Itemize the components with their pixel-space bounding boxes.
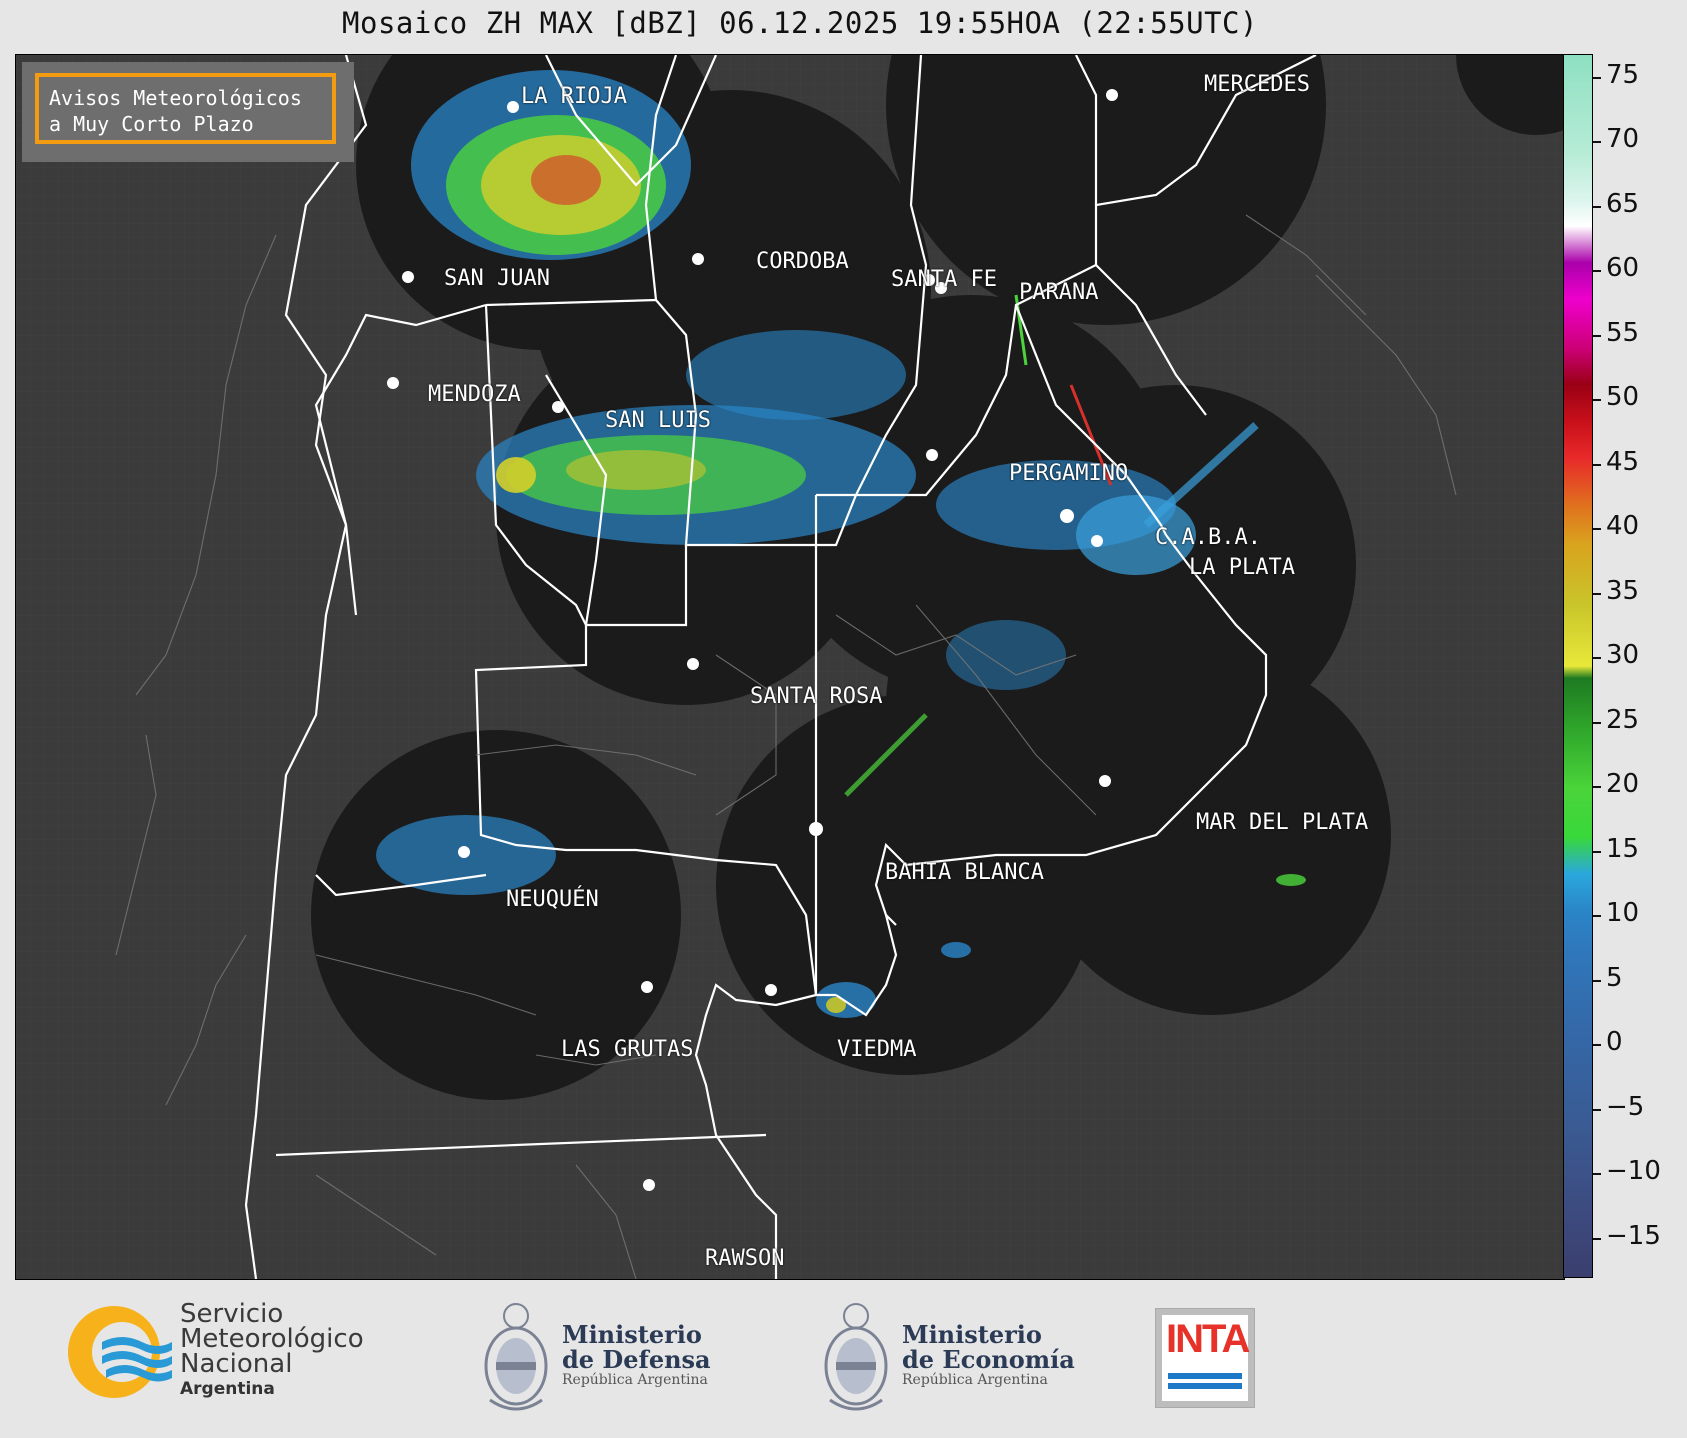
smn-emblem-icon [68,1306,172,1398]
defensa-name: Ministerio de Defensa República Argentin… [562,1322,711,1388]
defensa-logo: Ministerio de Defensa República Argentin… [480,1300,740,1420]
city-label-mar-del-plata: MAR DEL PLATA [1196,810,1369,835]
tick-label: 10 [1606,898,1640,928]
tick-mark [1593,270,1601,272]
tick-label: 75 [1606,60,1640,90]
inta-stripe [1168,1383,1242,1389]
tick-mark [1593,206,1601,208]
footer: Servicio Meteorológico Nacional Argentin… [0,1280,1687,1438]
tick-mark [1593,141,1601,143]
tick-label: 20 [1606,769,1640,799]
tick-mark [1593,593,1601,595]
defensa-line-1: Ministerio [562,1320,702,1349]
tick-label: 45 [1606,447,1640,477]
city-label-cordoba: CORDOBA [756,249,849,274]
tick-label: −10 [1606,1156,1661,1186]
city-label-parana: PARANA [1019,280,1099,305]
city-label-mercedes: MERCEDES [1204,72,1310,97]
tick-mark [1593,464,1601,466]
tick-mark [1593,657,1601,659]
tick-label: 40 [1606,511,1640,541]
notice-box[interactable]: Avisos Meteorológicos a Muy Corto Plazo [35,73,336,144]
tick-label: −5 [1606,1092,1645,1122]
map-title: Mosaico ZH MAX [dBZ] 06.12.2025 19:55HOA… [342,6,1258,40]
economia-line-1: Ministerio [902,1320,1042,1349]
economia-logo: Ministerio de Economía República Argenti… [820,1300,1090,1420]
tick-mark [1593,399,1601,401]
city-label-san-juan: SAN JUAN [444,266,550,291]
city-label-pergamino: PERGAMINO [1009,461,1129,486]
economia-line-2: de Economía [902,1345,1075,1374]
tick-label: 0 [1606,1027,1623,1057]
inta-logo-panel: INTA [1162,1315,1250,1401]
tick-mark [1593,1044,1601,1046]
city-label-santa-fe: SANTA FE [891,267,997,292]
tick-mark [1593,915,1601,917]
tick-mark [1593,1109,1601,1111]
city-label-san-luis: SAN LUIS [605,408,711,433]
argentina-coat-of-arms-icon [484,1303,548,1411]
smn-line-3: Nacional [180,1349,293,1379]
tick-mark [1593,528,1601,530]
inta-wordmark: INTA [1166,1317,1250,1361]
city-label-la-rioja: LA RIOJA [521,84,627,109]
defensa-line-3: República Argentina [562,1372,708,1388]
city-label-mendoza: MENDOZA [428,382,521,407]
tick-label: 50 [1606,382,1640,412]
city-label-la-plata: LA PLATA [1189,555,1295,580]
tick-label: 70 [1606,124,1640,154]
tick-label: 15 [1606,834,1640,864]
argentina-coat-of-arms-icon [824,1303,888,1411]
defensa-line-2: de Defensa [562,1345,711,1374]
tick-label: 25 [1606,705,1640,735]
tick-mark [1593,77,1601,79]
tick-label: 30 [1606,640,1640,670]
tick-label: 5 [1606,963,1623,993]
tick-label: 55 [1606,318,1640,348]
tick-mark [1593,980,1601,982]
city-label-caba: C.A.B.A. [1155,525,1261,550]
tick-mark [1593,1238,1601,1240]
tick-mark [1593,786,1601,788]
city-label-viedma: VIEDMA [837,1037,917,1062]
radar-map-canvas [16,55,1564,1279]
tick-mark [1593,1173,1601,1175]
radar-map[interactable] [15,54,1565,1280]
notice-line-1: Avisos Meteorológicos [49,86,302,110]
reflectivity-colorbar [1563,54,1593,1278]
tick-mark [1593,851,1601,853]
tick-label: −15 [1606,1221,1661,1251]
economia-line-3: República Argentina [902,1372,1048,1388]
tick-label: 65 [1606,189,1640,219]
city-label-neuquen: NEUQUÉN [506,887,599,912]
tick-mark [1593,335,1601,337]
smn-name: Servicio Meteorológico Nacional Argentin… [180,1301,364,1402]
inta-stripe [1168,1373,1242,1379]
inta-logo: INTA [1155,1308,1255,1408]
tick-label: 60 [1606,253,1640,283]
tick-mark [1593,722,1601,724]
tick-label: 35 [1606,576,1640,606]
smn-line-4: Argentina [180,1379,275,1399]
city-label-santa-rosa: SANTA ROSA [750,684,883,709]
notice-line-2: a Muy Corto Plazo [49,112,254,136]
economia-name: Ministerio de Economía República Argenti… [902,1322,1075,1388]
city-label-las-grutas: LAS GRUTAS [561,1037,694,1062]
city-label-rawson: RAWSON [705,1246,785,1271]
smn-logo: Servicio Meteorológico Nacional Argentin… [62,1300,402,1410]
city-label-bahia-blanca: BAHIA BLANCA [885,860,1044,885]
